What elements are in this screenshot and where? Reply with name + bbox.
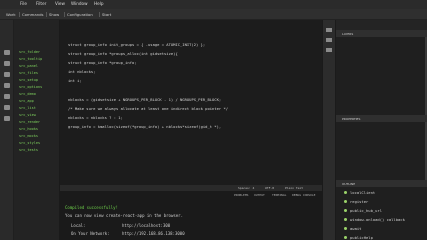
terminal-url[interactable]: http://localhost:300 <box>122 223 170 228</box>
extensions-icon[interactable] <box>4 94 10 99</box>
outline-panel: localClient register public_hub_url wind… <box>336 187 427 240</box>
terminal-panel: PROBLEMS OUTPUT TERMINAL DEBUG CONSOLE C… <box>60 191 322 240</box>
outline-item[interactable]: localClient <box>350 190 375 195</box>
code-line: group_info = kmalloc(sizeof(*group_info)… <box>68 124 222 129</box>
code-line: int i; <box>68 78 82 83</box>
terminal-label: Local: <box>71 223 86 228</box>
list-item[interactable]: src_panel <box>19 64 38 68</box>
code-line: struct group_info *groups_alloc(int gids… <box>68 51 178 56</box>
code-line: struct group_info *group_info; <box>68 60 137 65</box>
menu-view[interactable]: View <box>55 1 65 6</box>
activity-bar <box>0 20 14 240</box>
list-item[interactable]: src_folder <box>19 50 40 54</box>
outline-item[interactable]: await <box>350 226 361 231</box>
code-editor[interactable]: struct group_info init_groups = { .usage… <box>60 20 322 185</box>
toolbar-work[interactable]: Work <box>6 12 16 17</box>
toolbar-show[interactable]: Show <box>49 12 59 17</box>
toolbar-commands[interactable]: Commands <box>22 12 44 17</box>
list-item[interactable]: src_mocks <box>19 134 38 138</box>
status-encoding[interactable]: UTF-8 <box>265 186 274 190</box>
debug-icon[interactable] <box>4 83 10 88</box>
list-item[interactable]: src_hooks <box>19 127 38 131</box>
list-item[interactable]: src_setup <box>19 78 38 82</box>
terminal-line: You can now view create-react-app in the… <box>65 213 184 218</box>
outline-item[interactable]: window.onload() callback <box>350 217 405 222</box>
menu-help[interactable]: Help <box>94 1 104 6</box>
settings-icon[interactable] <box>4 116 10 121</box>
toolbar-configuration[interactable]: Configuration <box>67 12 93 17</box>
list-item[interactable]: src_files <box>19 71 38 75</box>
code-line: nblocks = (gidsetsize + NGROUPS_PER_BLOC… <box>68 97 222 102</box>
tab-output[interactable]: OUTPUT <box>254 193 265 197</box>
menu-filter[interactable]: Filter <box>36 1 46 6</box>
outline-item[interactable]: public_hub_url <box>350 208 382 213</box>
status-language[interactable]: Plain Text <box>285 186 303 190</box>
outline-icon[interactable] <box>326 48 332 52</box>
search-icon[interactable] <box>4 61 10 66</box>
outline-item[interactable]: publicHelp <box>350 235 373 240</box>
list-item[interactable]: src_tests <box>19 148 38 152</box>
explorer-icon[interactable] <box>4 50 10 55</box>
tab-terminal[interactable]: TERMINAL <box>272 193 286 197</box>
outline-item[interactable]: register <box>350 199 368 204</box>
code-line: int nblocks; <box>68 69 96 74</box>
source-control-icon[interactable] <box>4 72 10 77</box>
toolbar-start[interactable]: Start <box>102 12 111 17</box>
properties-icon[interactable] <box>326 38 332 42</box>
list-item[interactable]: src_app <box>19 99 34 103</box>
list-item[interactable]: src_view <box>19 113 36 117</box>
right-dock: LAYERS PROPERTIES OUTLINE localClient re… <box>322 20 427 240</box>
terminal-label: On Your Network: <box>71 231 110 236</box>
layers-panel <box>336 37 427 115</box>
list-item[interactable]: src_render <box>19 120 40 124</box>
menu-window[interactable]: Window <box>71 1 88 6</box>
terminal-url[interactable]: http://192.168.86.138:3000 <box>122 231 185 236</box>
code-line: nblocks = nblocks ? : 1; <box>68 115 123 120</box>
properties-panel <box>336 122 427 180</box>
menu-file[interactable]: File <box>20 1 27 6</box>
list-item[interactable]: src_list <box>19 106 36 110</box>
list-item[interactable]: src_demo <box>19 92 36 96</box>
right-activity-bar <box>323 20 336 240</box>
code-line: struct group_info init_groups = { .usage… <box>68 42 206 47</box>
list-item[interactable]: src_options <box>19 85 42 89</box>
terminal-line: Compiled successfully! <box>65 205 118 210</box>
tab-problems[interactable]: PROBLEMS <box>234 193 248 197</box>
folder-icon[interactable] <box>4 105 10 110</box>
tab-debug-console[interactable]: DEBUG CONSOLE <box>292 193 315 197</box>
file-explorer: src_folder src_tooltip src_panel src_fil… <box>14 20 60 240</box>
layers-icon[interactable] <box>326 28 332 32</box>
toolbar: Work Commands Show Configuration Start <box>0 9 427 20</box>
list-item[interactable]: src_styles <box>19 141 40 145</box>
status-indent[interactable]: Spaces: 4 <box>238 186 254 190</box>
menu-bar: File Filter View Window Help <box>0 0 427 9</box>
list-item[interactable]: src_tooltip <box>19 57 42 61</box>
code-line: /* Make sure we always allocate at least… <box>68 106 229 111</box>
